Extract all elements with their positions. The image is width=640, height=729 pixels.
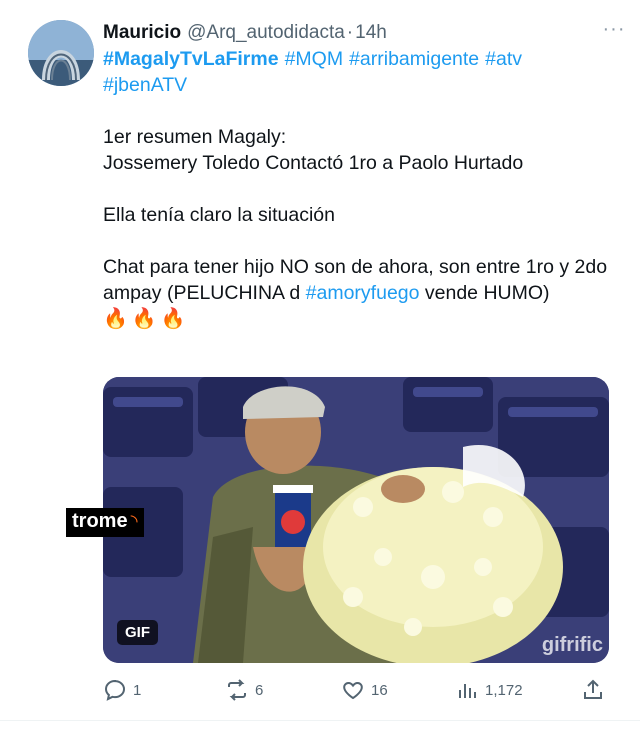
hashtag-line: #MagalyTvLaFirme #MQM #arribamigente #atv #j…: [103, 46, 603, 98]
separator-dot: ·: [346, 22, 354, 43]
tweet: Mauricio @Arq_autodidacta · 14h ··· #Mag…: [0, 0, 640, 729]
trome-logo-text: trome: [72, 510, 128, 532]
retweet-icon: [228, 679, 246, 701]
gif-media[interactable]: GIF gifrific: [103, 377, 609, 663]
hashtag-link[interactable]: #atv: [485, 48, 522, 70]
share-button[interactable]: [581, 676, 605, 704]
action-bar: 1 6 16 1,172: [103, 676, 613, 704]
fire-emojis: 🔥🔥🔥: [103, 308, 190, 330]
hashtag-link[interactable]: #amoryfuego: [306, 282, 420, 304]
like-button[interactable]: 16: [341, 676, 388, 704]
reply-icon: [104, 679, 126, 701]
views-button[interactable]: 1,172: [455, 676, 523, 704]
text-line: Chat para tener hijo NO son de ahora, so…: [103, 254, 608, 306]
hashtag-link[interactable]: #arribamigente: [349, 48, 479, 70]
tweet-time[interactable]: 14h: [355, 22, 387, 44]
text-segment: vende HUMO): [419, 282, 550, 304]
reply-count: 1: [133, 681, 142, 699]
like-count: 16: [371, 681, 388, 699]
reply-button[interactable]: 1: [103, 676, 141, 704]
text-line: Jossemery Toledo Contactó 1ro a Paolo Hu…: [103, 152, 524, 174]
tweet-text: 1er resumen Magaly: Jossemery Toledo Con…: [103, 124, 608, 332]
author-handle[interactable]: @Arq_autodidacta: [187, 22, 345, 44]
views-chart-icon: [459, 684, 476, 698]
more-options-icon[interactable]: ···: [600, 16, 628, 42]
hashtag-link[interactable]: #MQM: [285, 48, 344, 70]
trome-logo: trome ◝: [66, 508, 144, 537]
hashtag-link[interactable]: #MagalyTvLaFirme: [103, 48, 279, 70]
text-line: 1er resumen Magaly:: [103, 126, 287, 148]
retweet-button[interactable]: 6: [225, 676, 263, 704]
gif-watermark: gifrific: [541, 634, 603, 656]
avatar[interactable]: [28, 20, 94, 86]
gif-frame-illustration: [103, 377, 609, 663]
hashtag-link[interactable]: #jbenATV: [103, 74, 187, 96]
share-icon: [584, 679, 602, 699]
divider: [0, 720, 640, 721]
author-name[interactable]: Mauricio: [103, 22, 181, 44]
gif-badge: GIF: [117, 620, 158, 645]
text-line: Ella tenía claro la situación: [103, 204, 335, 226]
retweet-count: 6: [255, 681, 264, 699]
swoosh-icon: ◝: [130, 511, 138, 531]
views-count: 1,172: [485, 681, 523, 699]
heart-icon: [343, 681, 363, 700]
tweet-header: Mauricio @Arq_autodidacta · 14h: [103, 18, 620, 48]
